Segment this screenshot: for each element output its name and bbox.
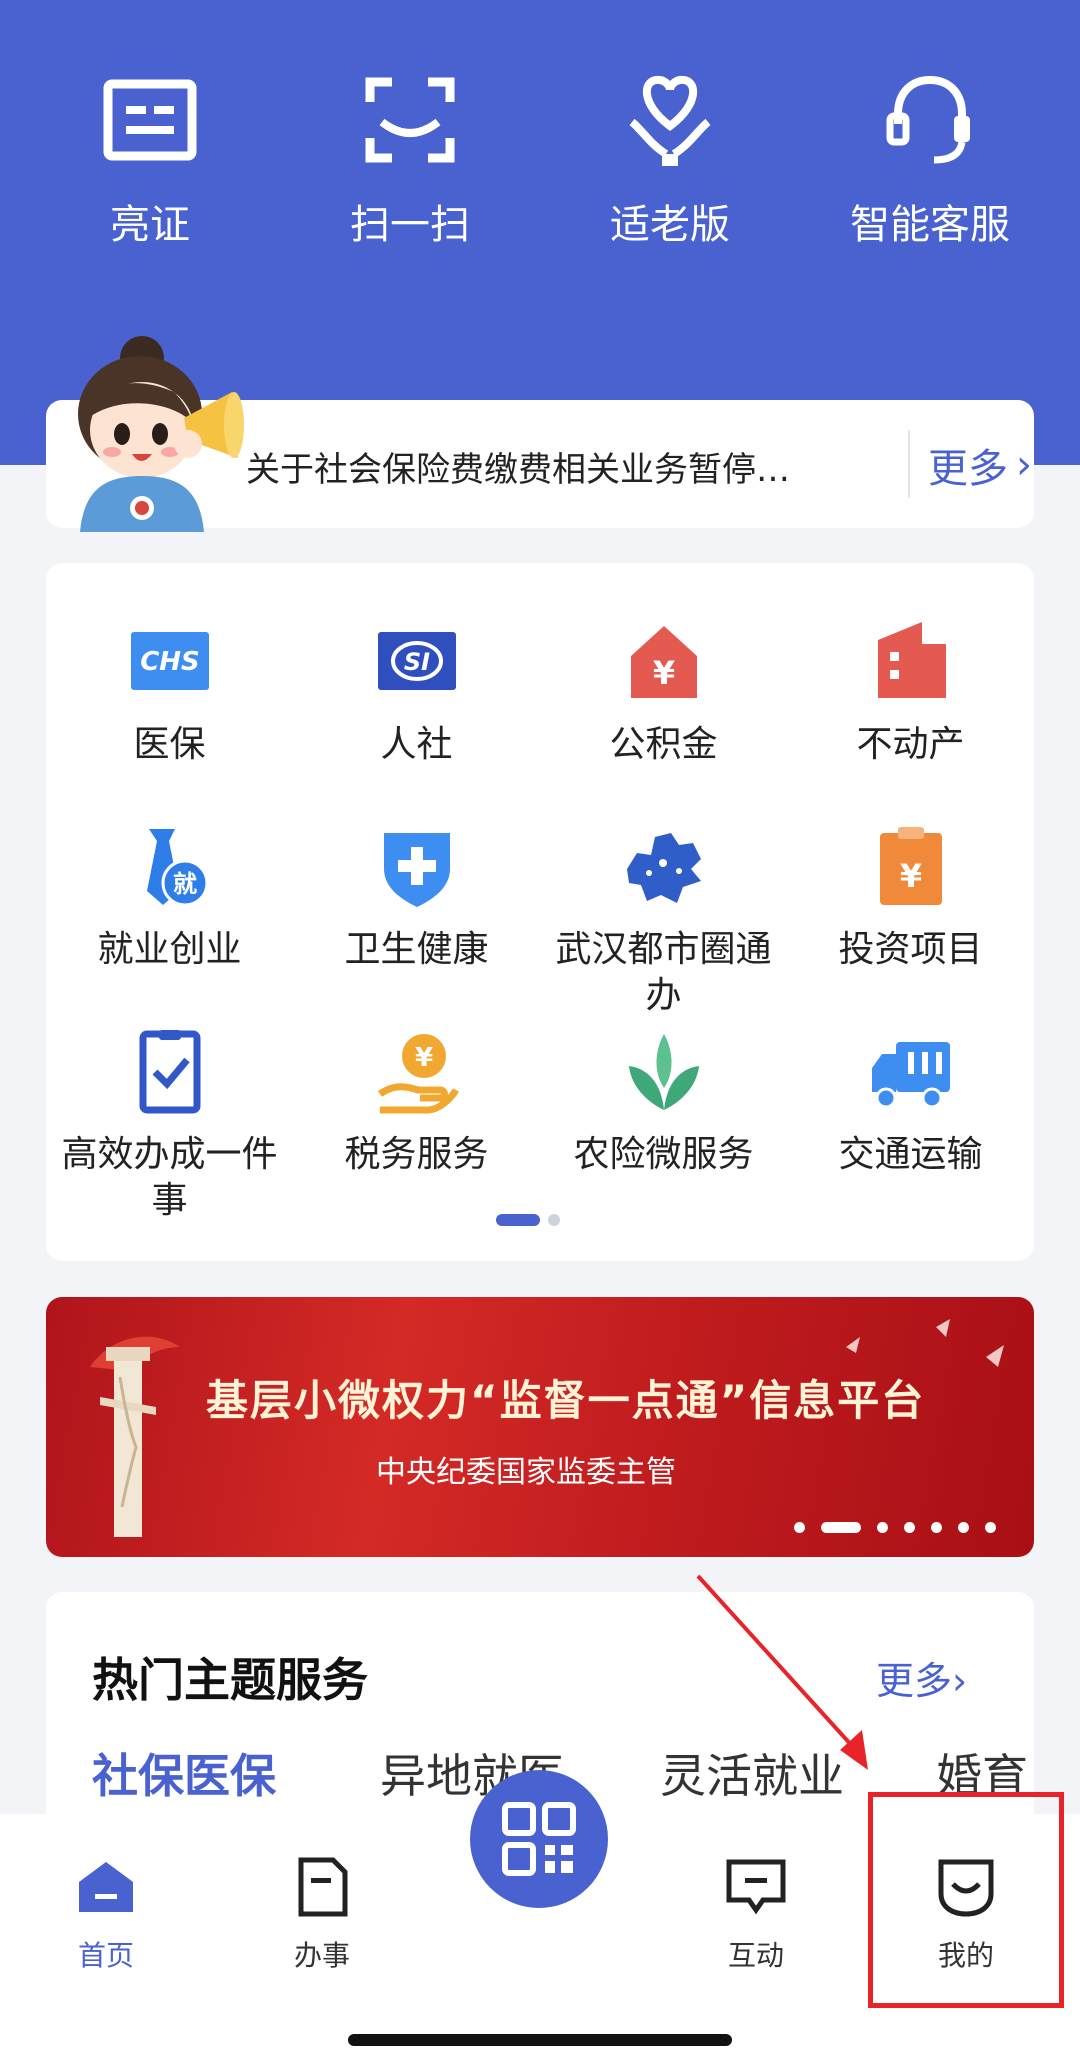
banner-title: 基层小微权力“监督一点通”信息平台 — [206, 1376, 926, 1425]
quick-action-support[interactable]: 智能客服 — [810, 70, 1050, 270]
service-investment[interactable]: ¥ 投资项目 — [787, 823, 1034, 973]
service-label: 就业创业 — [97, 929, 242, 970]
quick-action-label: 智能客服 — [850, 202, 1010, 248]
service-grid: CHS 医保 SI 人社 ¥ 公积金 不动产 就 就业创业 卫生健康 武汉都市圈… — [46, 563, 1034, 1261]
quick-action-show-id[interactable]: 亮证 — [30, 70, 270, 270]
banner-dot — [931, 1522, 942, 1533]
checklist-icon — [139, 1030, 200, 1114]
mascot-image — [78, 336, 244, 532]
scan-icon — [365, 77, 455, 163]
quick-action-label: 适老版 — [610, 202, 730, 248]
home-indicator — [348, 2034, 732, 2046]
chat-icon — [726, 1859, 786, 1915]
truck-icon — [871, 1042, 950, 1109]
svg-text:SI: SI — [403, 648, 429, 676]
quick-action-label: 亮证 — [110, 202, 190, 248]
qr-code-icon — [502, 1802, 576, 1876]
monument-illustration — [90, 1336, 180, 1537]
svg-text:¥: ¥ — [652, 654, 674, 692]
notice-divider — [908, 430, 910, 498]
service-transport[interactable]: 交通运输 — [787, 1028, 1034, 1178]
notice-text[interactable]: 关于社会保险费缴费相关业务暂停… — [246, 442, 876, 491]
coin-hand-icon: ¥ — [377, 1034, 459, 1114]
banner-dot — [904, 1522, 915, 1533]
service-label: 武汉都市圈通办 — [555, 929, 772, 1016]
nav-interaction[interactable]: 互动 — [686, 1854, 826, 1974]
service-social-security[interactable]: SI 人社 — [293, 618, 540, 768]
nav-label: 办事 — [293, 1939, 350, 1972]
nav-label: 首页 — [77, 1939, 134, 1972]
document-icon — [298, 1857, 348, 1917]
banner-dot — [877, 1522, 888, 1533]
home-icon — [79, 1862, 133, 1912]
service-health[interactable]: 卫生健康 — [293, 823, 540, 973]
service-wuhan-metro[interactable]: 武汉都市圈通办 — [540, 823, 787, 1019]
service-label: 医保 — [133, 724, 206, 765]
quick-action-scan[interactable]: 扫一扫 — [290, 70, 530, 270]
service-label: 人社 — [380, 724, 453, 765]
banner-dot — [794, 1522, 805, 1533]
quick-action-label: 扫一扫 — [350, 202, 470, 248]
banner-subtitle: 中央纪委国家监委主管 — [376, 1455, 676, 1490]
page-dot — [548, 1214, 560, 1226]
topics-title: 热门主题服务 — [92, 1653, 368, 1707]
svg-text:¥: ¥ — [414, 1043, 432, 1073]
service-label: 投资项目 — [838, 929, 983, 970]
nav-label: 互动 — [727, 1939, 784, 1972]
service-housing-fund[interactable]: ¥ 公积金 — [540, 618, 787, 768]
tie-icon: 就 — [146, 829, 208, 907]
notice-more-label: 更多 — [928, 446, 1008, 492]
banner-dot — [985, 1522, 996, 1533]
chevron-right-icon: › — [1016, 442, 1032, 488]
house-yuan-icon: ¥ — [630, 626, 697, 698]
building-icon — [877, 622, 946, 698]
service-real-estate[interactable]: 不动产 — [787, 618, 1034, 768]
notice-more-link[interactable]: 更多 › — [928, 436, 1032, 494]
sprout-icon — [628, 1034, 699, 1110]
topic-tab-social-medical[interactable]: 社保医保 — [92, 1740, 276, 1806]
chs-icon: CHS — [130, 632, 209, 690]
service-label: 交通运输 — [838, 1134, 983, 1175]
id-card-icon — [103, 79, 197, 161]
service-tax[interactable]: ¥ 税务服务 — [293, 1028, 540, 1178]
service-label: 农险微服务 — [573, 1134, 754, 1175]
svg-text:CHS: CHS — [140, 647, 200, 677]
quick-action-elderly[interactable]: 适老版 — [550, 70, 790, 270]
service-efficient-one-thing[interactable]: 高效办成一件事 — [46, 1028, 293, 1224]
page-indicator — [496, 1214, 560, 1226]
service-label: 公积金 — [609, 724, 718, 765]
map-icon — [626, 833, 701, 903]
svg-text:就: 就 — [173, 870, 197, 898]
health-shield-icon — [383, 833, 450, 907]
svg-text:¥: ¥ — [899, 857, 921, 895]
nav-home[interactable]: 首页 — [36, 1854, 176, 1974]
service-label: 税务服务 — [344, 1134, 489, 1175]
service-agri-insurance[interactable]: 农险微服务 — [540, 1028, 787, 1178]
si-icon: SI — [377, 632, 456, 690]
service-label: 卫生健康 — [344, 929, 489, 970]
banner-indicator — [778, 1522, 996, 1533]
nav-services[interactable]: 办事 — [252, 1854, 392, 1974]
clipboard-yuan-icon: ¥ — [879, 827, 942, 905]
elderly-care-icon — [629, 75, 711, 166]
annotation-arrow — [696, 1574, 868, 1770]
service-employment[interactable]: 就 就业创业 — [46, 823, 293, 973]
quick-actions: 亮证 扫一扫 适老版 智能客服 — [0, 70, 1080, 270]
banner-dot — [958, 1522, 969, 1533]
qr-code-button[interactable] — [470, 1770, 608, 1908]
annotation-highlight-box — [868, 1792, 1064, 2008]
promo-banner[interactable]: 基层小微权力“监督一点通”信息平台 中央纪委国家监委主管 — [46, 1297, 1034, 1557]
service-label: 高效办成一件事 — [61, 1134, 278, 1221]
topics-more-link[interactable]: 更多› — [876, 1650, 967, 1705]
banner-dot-active — [821, 1522, 861, 1533]
service-medical-insurance[interactable]: CHS 医保 — [46, 618, 293, 768]
headset-icon — [886, 75, 970, 164]
service-label: 不动产 — [856, 724, 965, 765]
page-dot-active — [496, 1214, 540, 1226]
